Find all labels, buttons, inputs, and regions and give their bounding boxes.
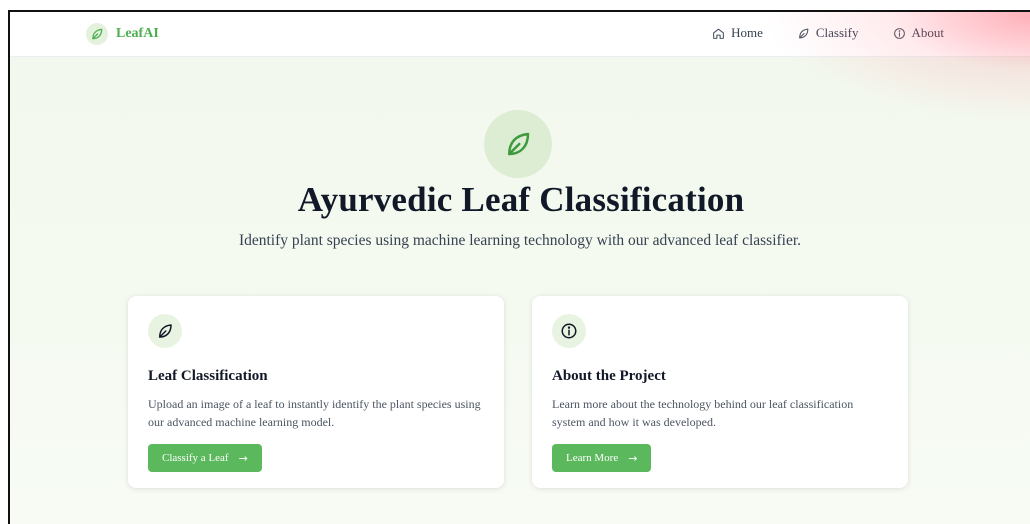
button-label: Classify a Leaf (162, 452, 229, 464)
nav-home[interactable]: Home (712, 25, 763, 41)
card-title: Leaf Classification (148, 368, 268, 384)
nav-about[interactable]: About (893, 25, 945, 41)
card-title: About the Project (552, 368, 666, 384)
nav-home-label: Home (731, 25, 763, 40)
nav-classify[interactable]: Classify (797, 25, 859, 41)
card-about-project: About the Project Learn more about the t… (532, 296, 908, 488)
page-title: Ayurvedic Leaf Classification (297, 180, 745, 219)
arrow-right-icon: → (238, 451, 248, 465)
leaf-icon (797, 27, 810, 40)
nav-classify-label: Classify (815, 25, 859, 40)
hero-leaf-icon (484, 110, 552, 178)
info-icon (552, 314, 586, 348)
card-description: Upload an image of a leaf to instantly i… (148, 397, 481, 429)
app-window: LeafAI Home Classify About Ayurvedic Lea… (8, 10, 1030, 524)
card-leaf-classification: Leaf Classification Upload an image of a… (128, 296, 504, 488)
main-nav: Home Classify About (712, 25, 944, 41)
top-navbar: LeafAI Home Classify About (10, 12, 1030, 57)
page-subtitle: Identify plant species using machine lea… (238, 232, 802, 249)
button-label: Learn More (566, 452, 619, 464)
leaf-icon (86, 23, 108, 45)
leaf-icon (148, 314, 182, 348)
nav-about-label: About (911, 25, 945, 40)
arrow-right-icon: → (628, 451, 638, 465)
home-icon (712, 27, 725, 40)
info-icon (893, 27, 906, 40)
brand-name: LeafAI (116, 26, 159, 41)
card-description: Learn more about the technology behind o… (552, 397, 854, 429)
learn-more-button[interactable]: Learn More → (552, 444, 652, 472)
classify-leaf-button[interactable]: Classify a Leaf → (148, 444, 262, 472)
brand-logo[interactable]: LeafAI (86, 23, 159, 45)
